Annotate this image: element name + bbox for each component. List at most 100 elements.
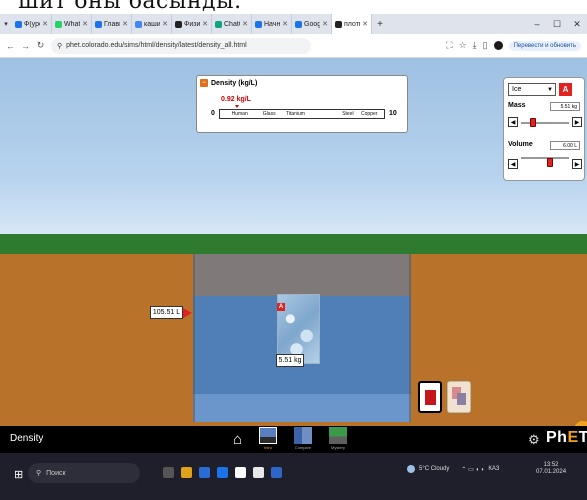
volume-decrease-button[interactable]: ◀	[508, 159, 518, 169]
water-volume-readout: 105.51 L	[150, 306, 183, 319]
windows-start-icon[interactable]: ⊞	[14, 468, 23, 481]
browser-tab[interactable]: Начните✕	[252, 14, 292, 34]
profile-avatar[interactable]	[493, 41, 503, 50]
one-block-mode-button[interactable]	[418, 381, 442, 413]
browser-tab[interactable]: кашикун✕	[132, 14, 172, 34]
bookmark-star-icon[interactable]: ☆	[459, 40, 467, 51]
close-window-icon[interactable]: ✕	[567, 14, 587, 34]
tab-close-icon[interactable]: ✕	[122, 20, 128, 28]
windows-taskbar: ⊞ ⚲ Поиск 5°C Cloudy ⌃ ▭ ◖ ◗ КАЗ 13:52 0…	[0, 453, 587, 500]
volume-value: 6.00 L	[550, 141, 580, 150]
single-block-icon	[425, 390, 436, 405]
tab-title: Физику	[184, 20, 201, 28]
browser-tab[interactable]: Главная✕	[92, 14, 132, 34]
screen-label-intro: Intro	[263, 445, 272, 450]
tab-search-icon[interactable]: ▾	[0, 14, 12, 34]
tab-favicon-icon	[55, 20, 62, 28]
app-icon-4[interactable]	[235, 467, 246, 478]
scale-label-titanium: Titanium	[285, 111, 305, 117]
translate-icon[interactable]: ⛶	[446, 40, 452, 51]
new-tab-button[interactable]: +	[372, 14, 388, 34]
minimize-icon[interactable]: –	[527, 14, 547, 34]
fragment-text: шит оны басынды.	[18, 0, 242, 14]
tab-title: Главная	[104, 20, 120, 28]
material-selected: Ice	[512, 86, 522, 93]
tray-icons[interactable]: ⌃ ▭ ◖ ◗	[461, 466, 484, 473]
browser-tab[interactable]: плотнос✕	[332, 14, 372, 34]
screen-compare-button[interactable]: Compare	[291, 427, 315, 450]
weather-icon[interactable]	[407, 465, 415, 473]
back-icon[interactable]: ←	[6, 41, 15, 51]
screen-label-compare: Compare	[294, 445, 312, 450]
maximize-icon[interactable]: ☐	[547, 14, 567, 34]
screen-mystery-button[interactable]: Mystery	[326, 427, 350, 450]
volume-slider-track[interactable]	[521, 157, 569, 159]
tab-close-icon[interactable]: ✕	[322, 20, 328, 28]
system-tray: 5°C Cloudy ⌃ ▭ ◖ ◗ КАЗ	[407, 465, 499, 473]
sidepanel-icon[interactable]: ▯	[483, 40, 488, 51]
forward-icon[interactable]: →	[21, 41, 30, 51]
phet-logo[interactable]: PhET	[546, 429, 587, 447]
tab-close-icon[interactable]: ✕	[282, 20, 288, 28]
app-icon-3[interactable]	[217, 467, 228, 478]
block-a-badge: A	[559, 83, 572, 96]
clock[interactable]: 13:52 07.01.2024	[536, 462, 566, 476]
block-mass-label: 5.51 kg	[276, 354, 304, 367]
tab-favicon-icon	[335, 20, 342, 28]
app-icon-1[interactable]	[181, 467, 192, 478]
mass-value: 5.51 kg	[550, 102, 580, 111]
browser-tab[interactable]: Ф(урок | ...✕	[12, 14, 52, 34]
tab-close-icon[interactable]: ✕	[162, 20, 168, 28]
volume-increase-button[interactable]: ▶	[572, 159, 582, 169]
word-icon[interactable]	[271, 467, 282, 478]
url-field[interactable]: ⚲ phet.colorado.edu/sims/html/density/la…	[51, 37, 311, 54]
browser-tab[interactable]: Физику✕	[172, 14, 212, 34]
tab-close-icon[interactable]: ✕	[42, 20, 48, 28]
material-select[interactable]: Ice ▼	[508, 83, 556, 96]
home-icon[interactable]: ⌂	[233, 431, 242, 448]
tab-close-icon[interactable]: ✕	[202, 20, 208, 28]
tab-close-icon[interactable]: ✕	[362, 20, 368, 28]
task-view-icon[interactable]	[163, 467, 174, 478]
volume-label: Volume	[508, 141, 533, 148]
download-icon[interactable]: ⤓	[473, 40, 477, 51]
language-indicator[interactable]: КАЗ	[488, 466, 499, 472]
tab-close-icon[interactable]: ✕	[82, 20, 88, 28]
pool-back-wall	[193, 254, 411, 296]
taskbar-search[interactable]: ⚲ Поиск	[28, 463, 140, 483]
tab-favicon-icon	[175, 20, 182, 28]
density-readout-panel: − Density (kg/L) 0.92 kg/L 0 Human Glass…	[196, 75, 408, 133]
app-icon-2[interactable]	[199, 467, 210, 478]
volume-slider-thumb[interactable]	[547, 158, 553, 167]
browser-tab[interactable]: Google П✕	[292, 14, 332, 34]
gear-icon[interactable]: ⚙	[528, 432, 540, 448]
screen-intro-button[interactable]: Intro	[256, 427, 280, 450]
search-icon: ⚲	[36, 470, 42, 477]
mass-slider-track[interactable]	[521, 122, 569, 124]
collapse-icon[interactable]: −	[200, 79, 208, 87]
grass-strip	[0, 234, 587, 254]
density-panel-title: Density (kg/L)	[211, 79, 258, 87]
tab-title: ChatGPT	[224, 20, 240, 28]
sim-title: Density	[10, 433, 44, 444]
site-info-icon[interactable]: ⚲	[57, 42, 62, 50]
block-label-a: A	[277, 303, 285, 311]
two-blocks-mode-button[interactable]	[447, 381, 471, 413]
scale-label-glass: Glass	[262, 111, 276, 117]
weather-text: 5°C Cloudy	[419, 466, 450, 472]
tab-favicon-icon	[95, 20, 102, 28]
mass-slider-thumb[interactable]	[530, 118, 536, 127]
mass-increase-button[interactable]: ▶	[572, 117, 582, 127]
block-icon-2	[457, 393, 466, 405]
tab-favicon-icon	[15, 20, 22, 28]
browser-tab[interactable]: WhatsApp✕	[52, 14, 92, 34]
mass-decrease-button[interactable]: ◀	[508, 117, 518, 127]
tab-close-icon[interactable]: ✕	[242, 20, 248, 28]
scale-min: 0	[211, 110, 215, 117]
reload-icon[interactable]: ↻	[36, 40, 45, 51]
mass-label: Mass	[508, 102, 526, 109]
browser-tab[interactable]: ChatGPT✕	[212, 14, 252, 34]
translate-refresh-button[interactable]: Перевести и обновить	[508, 40, 581, 51]
scale-max: 10	[389, 110, 397, 117]
chrome-icon[interactable]	[253, 467, 264, 478]
